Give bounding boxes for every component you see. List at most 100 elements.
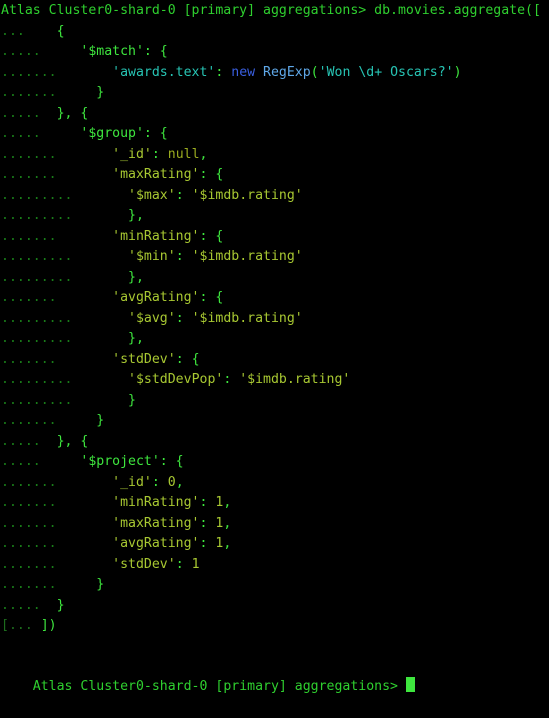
line-11: ......... }, [1, 206, 549, 227]
segment-punct: : [175, 351, 192, 367]
segment-punct: } [40, 597, 65, 613]
segment-punct: : [151, 474, 168, 490]
text-cursor[interactable] [405, 677, 415, 692]
segment-dots: ....... [1, 85, 57, 100]
segment-key-olive: '_id' [112, 146, 152, 162]
segment-dots: ..... [1, 105, 41, 121]
segment-dots: ....... [1, 413, 57, 428]
segment-key-olive: '$stdDevPop' [128, 372, 224, 387]
shell-prompt: Atlas Cluster0-shard-0 [primary] aggrega… [32, 679, 406, 694]
segment-key-cyan: 'awards.text' [112, 64, 216, 80]
segment-key-olive: 'maxRating' [112, 515, 200, 531]
line-3: ..... '$match': { [1, 42, 549, 63]
segment-punct: : [223, 372, 240, 387]
segment-punct: , [223, 536, 232, 551]
segment-punct [57, 516, 113, 531]
segment-dots: ....... [1, 167, 57, 182]
segment-punct: : [199, 167, 216, 182]
segment-dim: [... [1, 618, 41, 633]
segment-kw-blue: new [231, 64, 264, 80]
segment-key-olive: 'stdDev' [112, 351, 176, 367]
segment-punct [57, 167, 113, 182]
segment-punct: , [223, 515, 232, 531]
segment-punct: : [151, 146, 168, 162]
segment-punct: } [56, 577, 105, 592]
segment-str-cyan: 'Won \d+ Oscars?' [318, 64, 454, 80]
segment-punct [57, 557, 113, 572]
segment-punct [72, 249, 128, 264]
terminal-window[interactable]: Atlas Cluster0-shard-0 [primary] aggrega… [0, 0, 549, 694]
segment-dots: ......... [1, 372, 73, 387]
segment-dots: ....... [1, 515, 57, 531]
line-17: ......... }, [1, 329, 549, 350]
segment-punct [57, 290, 113, 305]
line-18: ....... 'stdDev': { [1, 350, 549, 371]
segment-key-olive: 'avgRating' [112, 536, 200, 551]
segment-punct [72, 188, 128, 203]
segment-key-green: { [215, 167, 224, 182]
segment-punct: ]) [40, 618, 57, 633]
segment-punct: : [199, 290, 216, 305]
segment-cmd: db.movies.aggregate([ [374, 3, 541, 18]
segment-key-olive: '$imdb.rating' [191, 310, 303, 326]
line-4: ....... 'awards.text': new RegExp('Won \… [1, 63, 549, 84]
segment-key-green: { [215, 228, 224, 244]
line-8: ....... '_id': null, [1, 145, 549, 166]
segment-num-olive: 1 [191, 556, 200, 572]
line-1-prompt: Atlas Cluster0-shard-0 [primary] aggrega… [1, 1, 549, 22]
segment-punct: } [56, 413, 105, 428]
line-19: ......... '$stdDevPop': '$imdb.rating' [1, 370, 549, 391]
segment-punct [57, 147, 113, 162]
segment-punct: }, [72, 331, 144, 346]
segment-punct: , [223, 495, 232, 510]
segment-key-olive: '$max' [128, 187, 176, 203]
segment-dots: ......... [1, 310, 73, 326]
segment-dots: ..... [1, 454, 41, 469]
line-13: ......... '$min': '$imdb.rating' [1, 247, 549, 268]
segment-dots: ....... [1, 351, 57, 367]
segment-num-olive: 1 [215, 536, 224, 551]
segment-punct [57, 352, 113, 367]
segment-punct: }, [72, 208, 144, 223]
segment-key-green: { [191, 351, 200, 367]
segment-punct [72, 311, 128, 326]
segment-dots: ..... [1, 433, 41, 449]
segment-dots: ....... [1, 474, 57, 490]
terminal-output: Atlas Cluster0-shard-0 [primary] aggrega… [1, 1, 549, 637]
segment-punct: } [72, 392, 136, 408]
line-14: ......... }, [1, 268, 549, 289]
segment-punct: : [199, 228, 216, 244]
segment-punct: }, { [40, 433, 89, 449]
segment-dots: ....... [1, 577, 57, 592]
segment-punct [72, 372, 128, 387]
final-prompt-line: Atlas Cluster0-shard-0 [primary] aggrega… [1, 657, 549, 694]
segment-punct: { [40, 23, 65, 39]
line-20: ......... } [1, 391, 549, 412]
segment-dots: ......... [1, 331, 73, 346]
segment-punct [57, 65, 113, 80]
segment-num-olive: 0 [167, 474, 176, 490]
segment-dots: ......... [1, 249, 73, 264]
segment-key-olive: 'stdDev' [112, 556, 176, 572]
segment-dots: ....... [1, 290, 57, 305]
line-22: ..... }, { [1, 432, 549, 453]
segment-punct [57, 475, 113, 490]
segment-key-green: '$project': { [40, 454, 184, 469]
segment-key-green: ) [453, 64, 462, 80]
line-25: ....... 'minRating': 1, [1, 493, 549, 514]
segment-dots: ... [1, 23, 41, 39]
segment-dots: ......... [1, 269, 73, 285]
line-31: [... ]) [1, 616, 549, 637]
line-9: ....... 'maxRating': { [1, 165, 549, 186]
segment-punct [57, 495, 113, 510]
segment-key-green: ( [310, 64, 319, 80]
segment-dots: ......... [1, 187, 73, 203]
segment-punct: : [175, 310, 192, 326]
segment-punct: , [199, 146, 208, 162]
line-6: ..... }, { [1, 104, 549, 125]
segment-dots: ..... [1, 126, 41, 141]
line-21: ....... } [1, 411, 549, 432]
segment-dots: ..... [1, 44, 41, 59]
line-16: ......... '$avg': '$imdb.rating' [1, 309, 549, 330]
segment-key-olive: 'minRating' [112, 228, 200, 244]
